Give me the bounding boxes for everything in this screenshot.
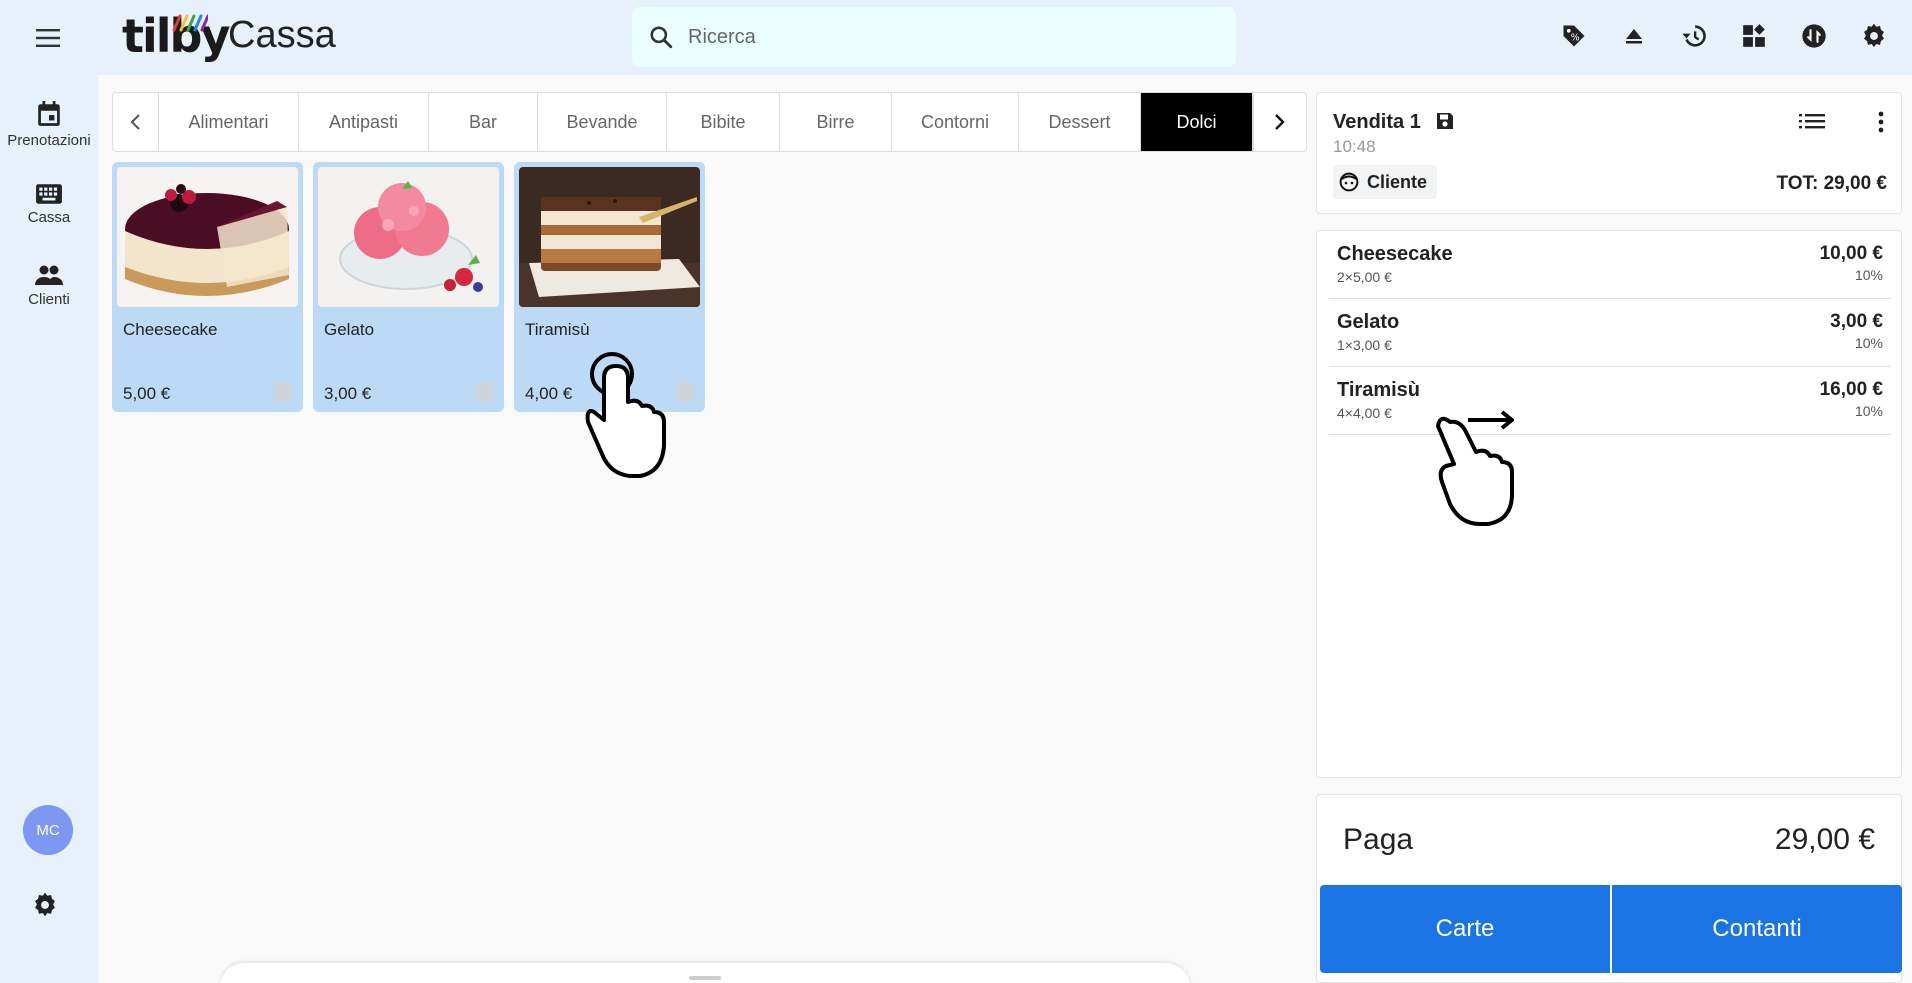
tab-dessert[interactable]: Dessert xyxy=(1019,93,1141,151)
gelato-image xyxy=(318,167,499,307)
widgets-icon[interactable] xyxy=(1736,18,1772,54)
product-name: Tiramisù xyxy=(525,320,590,339)
product-price: 3,00 € xyxy=(324,384,372,403)
category-tabs: Alimentari Antipasti Bar Bevande Bibite … xyxy=(112,92,1307,152)
item-quantity: 1×3,00 € xyxy=(1337,337,1392,353)
sale-time: 10:48 xyxy=(1333,137,1376,156)
pay-cash-button[interactable]: Contanti xyxy=(1612,885,1902,973)
face-icon xyxy=(1339,172,1359,192)
item-total: 10,00 € xyxy=(1819,243,1883,264)
tab-alimentari[interactable]: Alimentari xyxy=(159,93,299,151)
customer-button[interactable]: Cliente xyxy=(1333,165,1438,199)
product-tile-cheesecake[interactable]: Cheesecake 5,00 € xyxy=(112,162,303,412)
product-grid: Cheesecake 5,00 € Gelato 3,00 € Tiramisù… xyxy=(112,162,705,412)
tab-antipasti[interactable]: Antipasti xyxy=(299,93,429,151)
product-tile-gelato[interactable]: Gelato 3,00 € xyxy=(313,162,504,412)
svg-text:%: % xyxy=(1571,33,1580,44)
page-title: Cassa xyxy=(228,14,336,56)
bottom-drawer[interactable] xyxy=(220,963,1190,983)
list-icon[interactable] xyxy=(1799,111,1825,136)
chevron-left-icon[interactable] xyxy=(113,93,159,151)
sale-items-list: Cheesecake 2×5,00 € 10,00 € 10% Gelato 1… xyxy=(1316,230,1902,778)
item-total: 16,00 € xyxy=(1819,379,1883,400)
item-name: Tiramisù xyxy=(1337,379,1420,401)
product-tile-tiramisu[interactable]: Tiramisù 4,00 € xyxy=(514,162,705,412)
brand-logo: tilby xyxy=(122,9,230,63)
tab-dolci[interactable]: Dolci xyxy=(1141,93,1253,151)
item-quantity: 4×4,00 € xyxy=(1337,405,1392,421)
sidebar-item-cassa[interactable]: Cassa xyxy=(0,183,98,226)
tab-contorni[interactable]: Contorni xyxy=(892,93,1019,151)
item-quantity: 2×5,00 € xyxy=(1337,269,1392,285)
pay-cards-button[interactable]: Carte xyxy=(1320,885,1610,973)
save-icon[interactable] xyxy=(1435,111,1455,136)
product-name: Cheesecake xyxy=(123,320,218,339)
item-vat: 10% xyxy=(1854,267,1883,283)
sidebar-settings-icon[interactable] xyxy=(31,891,65,925)
sale-total: TOT: 29,00 € xyxy=(1776,173,1887,194)
tab-bibite[interactable]: Bibite xyxy=(667,93,780,151)
product-price: 5,00 € xyxy=(123,384,171,403)
chevron-right-icon[interactable] xyxy=(1253,93,1303,151)
sync-icon[interactable] xyxy=(1796,18,1832,54)
menu-icon[interactable] xyxy=(30,20,66,56)
sidebar: Prenotazioni Cassa Clienti MC xyxy=(0,75,98,983)
sale-item-row[interactable]: Gelato 1×3,00 € 3,00 € 10% xyxy=(1329,299,1891,367)
product-price: 4,00 € xyxy=(525,384,573,403)
item-vat: 10% xyxy=(1854,403,1883,419)
more-vert-icon[interactable] xyxy=(1877,111,1885,138)
sale-item-row[interactable]: Tiramisù 4×4,00 € 16,00 € 10% xyxy=(1329,367,1891,435)
product-indicator xyxy=(273,382,293,402)
history-icon[interactable] xyxy=(1676,18,1712,54)
cheesecake-image xyxy=(117,167,298,307)
sale-item-row[interactable]: Cheesecake 2×5,00 € 10,00 € 10% xyxy=(1329,231,1891,299)
item-total: 3,00 € xyxy=(1830,311,1883,332)
eject-icon[interactable] xyxy=(1616,18,1652,54)
payment-panel: Paga 29,00 € Carte Contanti xyxy=(1316,794,1902,983)
sale-header: Vendita 1 10:48 Cliente TOT: 29,00 € xyxy=(1316,92,1902,214)
settings-icon[interactable] xyxy=(1856,18,1892,54)
pay-label: Paga xyxy=(1343,823,1414,856)
tiramisu-image xyxy=(519,167,700,307)
pay-amount: 29,00 € xyxy=(1774,823,1875,856)
calendar-icon xyxy=(38,101,60,126)
search-bar[interactable] xyxy=(632,7,1236,67)
sale-title: Vendita 1 xyxy=(1333,111,1421,133)
tab-bar[interactable]: Bar xyxy=(429,93,538,151)
search-input[interactable] xyxy=(688,25,1208,49)
avatar[interactable]: MC xyxy=(23,805,73,855)
search-icon xyxy=(650,26,673,49)
top-bar: tilby Cassa % xyxy=(0,0,1912,75)
product-name: Gelato xyxy=(324,320,375,339)
item-name: Cheesecake xyxy=(1337,243,1453,265)
product-indicator xyxy=(675,382,695,402)
customer-label: Cliente xyxy=(1367,171,1428,192)
item-name: Gelato xyxy=(1337,311,1400,333)
product-indicator xyxy=(474,382,494,402)
sidebar-item-prenotazioni[interactable]: Prenotazioni xyxy=(0,100,98,149)
people-icon xyxy=(35,265,63,285)
keyboard-icon xyxy=(36,184,62,204)
tab-bevande[interactable]: Bevande xyxy=(538,93,667,151)
tab-birre[interactable]: Birre xyxy=(780,93,892,151)
sidebar-item-clienti[interactable]: Clienti xyxy=(0,263,98,308)
item-vat: 10% xyxy=(1854,335,1883,351)
drawer-handle[interactable] xyxy=(689,976,721,980)
tag-icon[interactable]: % xyxy=(1556,18,1592,54)
